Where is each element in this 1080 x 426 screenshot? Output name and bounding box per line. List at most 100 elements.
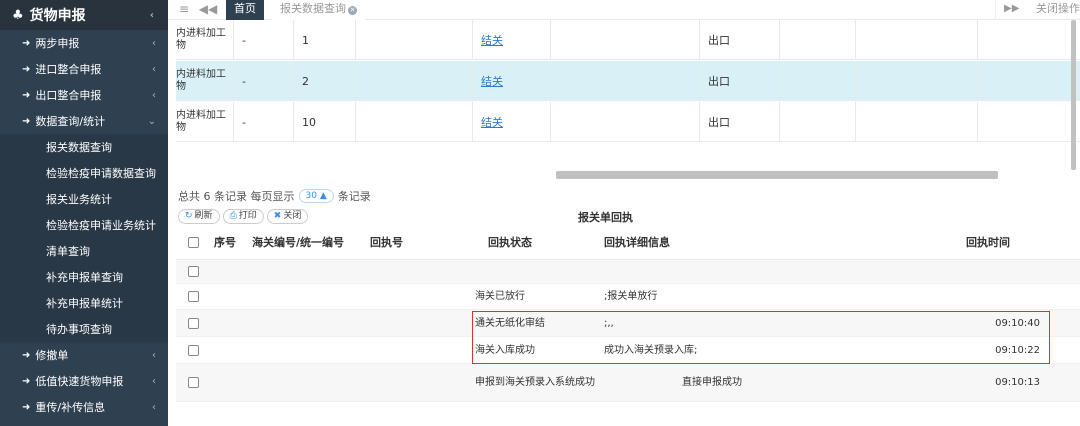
print-button[interactable]: ⎙ 打印 [222, 209, 264, 224]
header-time[interactable]: 回执时间 [966, 226, 1010, 259]
sidebar-item-data-query[interactable]: ➜ 数据查询/统计 ⌄ [0, 108, 168, 134]
tab-scroll-right-icon[interactable]: ▶▶ [1004, 0, 1019, 18]
sidebar-subitem-list-query[interactable]: 清单查询 [0, 238, 168, 264]
header-customs-no[interactable]: 海关编号/统一编号 [252, 226, 344, 259]
table-cell: 结关 [473, 102, 551, 142]
pagination: 总共 6 条记录 每页显示 30 ▲ 条记录 [178, 188, 371, 204]
close-label: 关闭 [283, 211, 302, 221]
select-all-checkbox[interactable] [188, 226, 199, 259]
table-cell [856, 102, 978, 142]
sidebar: ♣ 货物申报 ‹ ➜ 两步申报 ‹ ➜ 进口整合申报 ‹ ➜ 出口整合申报 ‹ … [0, 0, 168, 426]
table-cell [551, 102, 700, 142]
table-cell: 10 [294, 102, 356, 142]
status-link[interactable]: 结关 [481, 73, 503, 89]
header-status[interactable]: 回执状态 [488, 226, 532, 259]
row-checkbox[interactable] [188, 260, 199, 283]
table-row[interactable] [176, 260, 1080, 284]
sidebar-subitem-supplement-stats[interactable]: 补充申报单统计 [0, 290, 168, 316]
tab-scroll-left-icon[interactable]: ◀◀ [198, 0, 218, 20]
sidebar-item-export[interactable]: ➜ 出口整合申报 ‹ [0, 82, 168, 108]
sidebar-item-label: 进口整合申报 [35, 63, 102, 76]
table-row[interactable]: 内进料加工 物 - 10 结关 出口 [176, 102, 1080, 142]
table-cell [356, 102, 473, 142]
row-checkbox[interactable] [188, 364, 199, 401]
table-cell: 结关 [473, 20, 551, 60]
cubes-icon: ♣ [12, 7, 24, 23]
checkbox[interactable] [188, 377, 199, 388]
checkbox[interactable] [188, 317, 199, 329]
close-operations-button[interactable]: 关闭操作 [1036, 0, 1080, 18]
sidebar-subitem-inspection-stats[interactable]: 检验检疫申请业务统计 [0, 212, 168, 238]
tab-customs-query[interactable]: 报关数据查询 ✕ [272, 0, 365, 20]
sidebar-header[interactable]: ♣ 货物申报 ‹ [0, 0, 168, 30]
sign-in-icon: ➜ [22, 37, 31, 49]
close-tab-icon[interactable]: ✕ [348, 6, 357, 15]
horizontal-scrollbar[interactable] [556, 171, 998, 179]
sidebar-item-two-step[interactable]: ➜ 两步申报 ‹ [0, 30, 168, 56]
table-cell [780, 20, 856, 60]
checkbox[interactable] [188, 237, 199, 248]
header-seq[interactable]: 序号 [214, 226, 236, 259]
tab-home[interactable]: 首页 [226, 0, 264, 20]
sidebar-subitem-customs-query[interactable]: 报关数据查询 [0, 134, 168, 160]
vertical-scrollbar[interactable] [1071, 20, 1076, 170]
sidebar-item-label: 两步申报 [35, 37, 80, 50]
header-detail[interactable]: 回执详细信息 [604, 226, 670, 259]
sign-out-icon: ➜ [22, 115, 31, 127]
sidebar-subitem-supplement-query[interactable]: 补充申报单查询 [0, 264, 168, 290]
checkbox[interactable] [188, 344, 199, 356]
table-cell [356, 20, 473, 60]
chevron-left-icon: ‹ [152, 89, 156, 101]
chevron-left-icon: ‹ [152, 349, 156, 361]
row-checkbox[interactable] [188, 310, 199, 336]
header-receipt-no[interactable]: 回执号 [370, 226, 403, 259]
sidebar-item-retransmit[interactable]: ➜ 重传/补传信息 ‹ [0, 394, 168, 420]
chevron-left-icon: ‹ [152, 63, 156, 75]
sidebar-submenu: 报关数据查询 检验检疫申请数据查询 报关业务统计 检验检疫申请业务统计 清单查询… [0, 134, 168, 342]
sidebar-item-revoke[interactable]: ➜ 修撤单 ‹ [0, 342, 168, 368]
table-cell: - [234, 20, 294, 60]
sidebar-subitem-inspection-query[interactable]: 检验检疫申请数据查询 [0, 160, 168, 186]
status-link[interactable]: 结关 [481, 114, 503, 130]
table-cell [551, 61, 700, 101]
tab-bar: ≡ ◀◀ 首页 报关数据查询 ✕ ▶▶ 关闭操作 [168, 0, 1080, 20]
sign-out-icon: ➜ [22, 349, 31, 361]
checkbox[interactable] [188, 266, 199, 277]
refresh-icon: ↻ [185, 211, 193, 221]
table-row[interactable]: 海关已放行 ;报关单放行 [176, 284, 1080, 310]
table-cell: 内进料加工 物 [176, 102, 234, 142]
section-title: 报关单回执 [578, 211, 633, 224]
pager-prefix: 总共 6 条记录 每页显示 [178, 190, 295, 203]
refresh-button[interactable]: ↻ 刷新 [178, 209, 220, 224]
checkbox[interactable] [188, 291, 199, 302]
table-cell: 出口 [700, 102, 780, 142]
sidebar-item-label: 出口整合申报 [35, 89, 102, 102]
status-link[interactable]: 结关 [481, 32, 503, 48]
sign-out-icon: ➜ [22, 375, 31, 387]
close-button[interactable]: ✖ 关闭 [266, 209, 309, 224]
sidebar-item-label: 低值快速货物申报 [35, 375, 124, 388]
tab-bar-right: ▶▶ 关闭操作 [995, 0, 1080, 20]
table-cell: 内进料加工 物 [176, 20, 234, 60]
sidebar-subitem-todo-query[interactable]: 待办事项查询 [0, 316, 168, 342]
cell-detail: 直接申报成功 [682, 377, 742, 388]
refresh-label: 刷新 [194, 211, 213, 221]
sidebar-subitem-customs-stats[interactable]: 报关业务统计 [0, 186, 168, 212]
sidebar-item-label: 重传/补传信息 [35, 401, 106, 414]
page-size-select[interactable]: 30 ▲ [298, 189, 334, 203]
table-cell [551, 20, 700, 60]
table-cell: 内进料加工 物 [176, 61, 234, 101]
table-row[interactable]: 申报到海关预录入系统成功 直接申报成功 09:10:13 [176, 364, 1080, 402]
sidebar-item-low-value[interactable]: ➜ 低值快速货物申报 ‹ [0, 368, 168, 394]
table-row[interactable]: 内进料加工 物 - 1 结关 出口 [176, 20, 1080, 60]
sidebar-title: 货物申报 [29, 8, 86, 24]
tab-label: 报关数据查询 [280, 2, 346, 15]
row-checkbox[interactable] [188, 337, 199, 363]
menu-toggle-icon[interactable]: ≡ [174, 0, 194, 20]
pager-suffix: 条记录 [337, 190, 371, 203]
toolbar: ↻ 刷新 ⎙ 打印 ✖ 关闭 [178, 209, 309, 224]
sidebar-item-import[interactable]: ➜ 进口整合申报 ‹ [0, 56, 168, 82]
row-checkbox[interactable] [188, 284, 199, 309]
table-row-selected[interactable]: 内进料加工 物 - 2 结关 出口 [176, 61, 1080, 101]
cell-detail: ;报关单放行 [604, 291, 658, 302]
